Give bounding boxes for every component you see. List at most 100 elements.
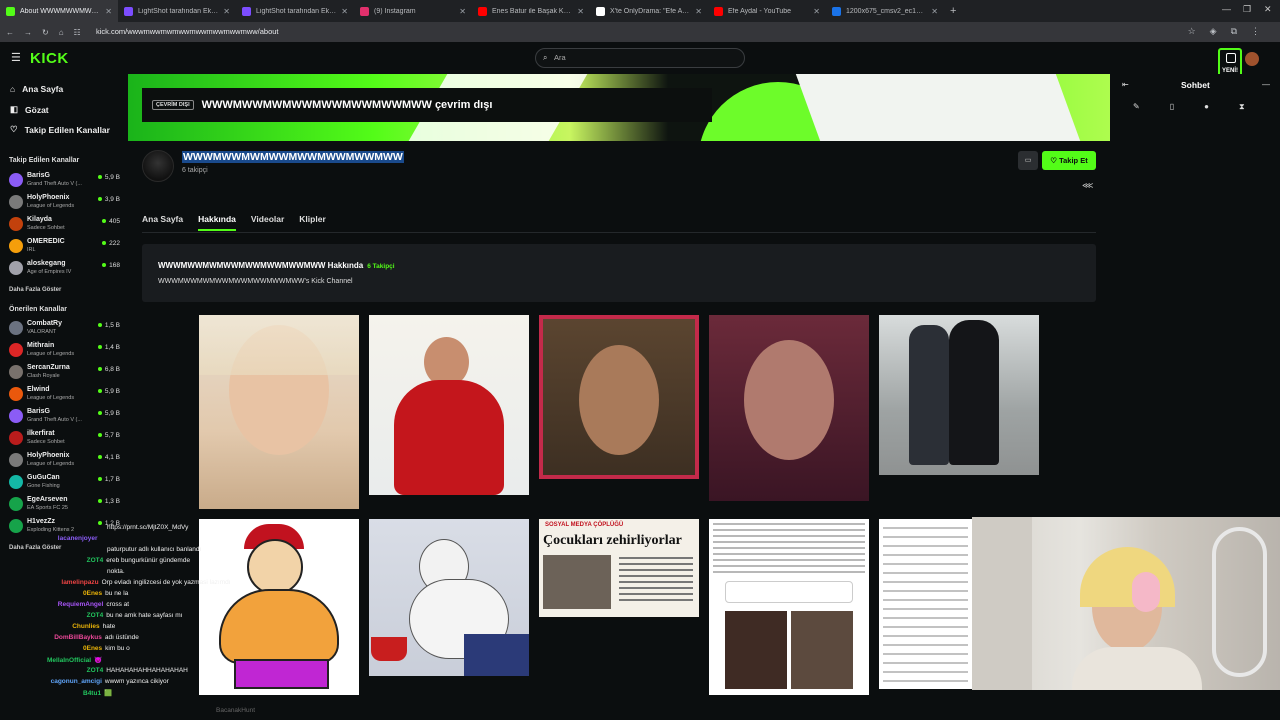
new-tab-button[interactable]: +	[944, 5, 962, 17]
photo-woman-selfie[interactable]	[199, 315, 359, 509]
sidebar-nav-item[interactable]: ⌂ Ana Sayfa	[10, 84, 63, 94]
tweet-screenshot[interactable]	[709, 519, 869, 695]
home-browser-icon[interactable]: ⌂	[59, 28, 64, 37]
profile-menu-icon[interactable]: ⋮	[1251, 26, 1260, 37]
close-tab-icon[interactable]: ✕	[931, 7, 938, 16]
hourglass-icon[interactable]: ⧗	[1239, 102, 1245, 112]
sidebar-nav-item[interactable]: ♡ Takip Edilen Kanallar	[10, 124, 110, 135]
chat-menu-icon[interactable]: —	[1262, 80, 1270, 89]
channel-category: Gone Fishing	[27, 483, 60, 489]
face-shape	[247, 539, 303, 595]
webcam-overlay	[972, 517, 1280, 690]
channel-name: HolyPhoenix	[27, 452, 70, 459]
close-tab-icon[interactable]: ✕	[223, 7, 230, 16]
viewer-count: 5,7 B	[98, 432, 120, 439]
minimize-icon[interactable]: —	[1222, 4, 1231, 14]
sidebar-channel-item[interactable]: OMEREDIC IRL 222	[9, 236, 124, 258]
collapse-chat-icon[interactable]: ⇤	[1122, 80, 1129, 89]
sidebar-channel-item[interactable]: SercanZurna Clash Royale 6,8 B	[9, 362, 124, 384]
close-tab-icon[interactable]: ✕	[577, 7, 584, 16]
sidebar-channel-item[interactable]: alosk­egang Age of Empires IV 168	[9, 258, 124, 280]
sidebar-channel-item[interactable]: BarisG Grand Theft Auto V (... 5,9 B	[9, 406, 124, 428]
sidebar-channel-item[interactable]: BarisG Grand Theft Auto V (... 5,9 B	[9, 170, 124, 192]
sidebar-channel-item[interactable]: ilkerfirat Sadece Sohbet 5,7 B	[9, 428, 124, 450]
tab-clips[interactable]: Klipler	[299, 214, 325, 231]
photo-woman-red-dress[interactable]	[369, 315, 529, 495]
viewer-count: 3,9 B	[98, 196, 120, 203]
channel-category: Sadece Sohbet	[27, 225, 65, 231]
notification-button[interactable]: ▭	[1018, 151, 1038, 170]
channel-avatar[interactable]	[142, 150, 174, 182]
share-icon[interactable]: ⋘	[1082, 181, 1093, 190]
cartoon-wojak-popcorn[interactable]	[369, 519, 529, 676]
reload-icon[interactable]: ↻	[42, 28, 49, 37]
channel-tabs: Ana Sayfa Hakkında Videolar Klipler	[142, 214, 326, 231]
extension-icon[interactable]: ◈	[1210, 26, 1217, 37]
tab-about[interactable]: Hakkında	[198, 214, 236, 231]
sidebar-channel-item[interactable]: HolyPhoenix League of Legends 3,9 B	[9, 192, 124, 214]
channel-name: Mithrain	[27, 342, 55, 349]
face-shape	[579, 345, 659, 455]
browser-tab[interactable]: (9) Instagram ✕	[354, 0, 472, 22]
url-field[interactable]: kick.com/wwwmwwmwmwwmwwmwwmwwmww/about	[96, 27, 279, 36]
close-tab-icon[interactable]: ✕	[813, 7, 820, 16]
site-info-icon[interactable]: ☷	[74, 28, 81, 37]
channel-category: IRL	[27, 247, 36, 253]
chat-text: bu ne la	[105, 590, 129, 597]
sidebar-channel-item[interactable]: EgeArseven EA Sports FC 25 1,3 B	[9, 494, 124, 516]
maximize-icon[interactable]: ❐	[1243, 4, 1251, 15]
browser-tab[interactable]: Efe Aydal - YouTube ✕	[708, 0, 826, 22]
about-description: WWWMWWMWMWWMWWMWWMWWMWW's Kick Channel	[158, 278, 353, 285]
photo-man-selfie-dark[interactable]	[709, 315, 869, 501]
browser-tab[interactable]: 1200x675_cmsv2_ec180875-7c ✕	[826, 0, 944, 22]
sidebar-channel-item[interactable]: HolyPhoenix League of Legends 4,1 B	[9, 450, 124, 472]
sidebar-nav-item[interactable]: ◧ Gözat	[10, 104, 49, 115]
viewer-count: 6,8 B	[98, 366, 120, 373]
cartoon-fat-man[interactable]	[199, 519, 359, 695]
close-tab-icon[interactable]: ✕	[459, 7, 466, 16]
browser-tab[interactable]: LightShot tarafından Ekran Gör ✕	[118, 0, 236, 22]
browser-tab[interactable]: Enes Batur ile Başak Karahan A ✕	[472, 0, 590, 22]
bookmark-star-icon[interactable]: ☆	[1188, 26, 1196, 37]
tab-videos[interactable]: Videolar	[251, 214, 284, 231]
photo-arrest-scene[interactable]	[879, 315, 1039, 475]
close-tab-icon[interactable]: ✕	[341, 7, 348, 16]
browser-tab[interactable]: About WWWMWWMWWMW ✕	[0, 0, 118, 22]
browser-tab[interactable]: X'te OnlyDrama: "Efe Aydal, Bu ✕	[590, 0, 708, 22]
follow-button[interactable]: ♡ Takip Et	[1042, 151, 1096, 170]
chat-message: RequiemAngel cross at	[58, 601, 129, 608]
search-input[interactable]: ⌕ Ara	[535, 48, 745, 68]
tab-home[interactable]: Ana Sayfa	[142, 214, 183, 231]
trash-icon[interactable]: ▯	[1170, 102, 1174, 112]
tab-divider	[142, 232, 1096, 233]
back-icon[interactable]: ←	[6, 28, 14, 37]
channel-name: Kilayda	[27, 216, 52, 223]
sidebar-channel-item[interactable]: GuGuCan Gone Fishing 1,7 B	[9, 472, 124, 494]
sidebar-channel-item[interactable]: CombatRy VALORANT 1,5 B	[9, 318, 124, 340]
sidebar-channel-item[interactable]: Kilayda Sadece Sohbet 405	[9, 214, 124, 236]
close-tab-icon[interactable]: ✕	[105, 7, 112, 16]
chat-message: 0Enes kim bu o	[83, 645, 130, 652]
close-tab-icon[interactable]: ✕	[695, 7, 702, 16]
photo-man-beard-pink[interactable]	[539, 315, 699, 479]
kick-logo[interactable]: KICK	[30, 50, 69, 67]
pin-icon[interactable]: ✎	[1133, 102, 1140, 112]
browser-tab[interactable]: LightShot tarafından Ekran Gör ✕	[236, 0, 354, 22]
channel-avatar	[9, 497, 23, 511]
hamburger-menu-icon[interactable]: ☰	[11, 51, 21, 64]
show-more-link[interactable]: Daha Fazla Göster	[9, 545, 61, 551]
channel-avatar	[9, 195, 23, 209]
user-avatar[interactable]	[1245, 52, 1259, 66]
sidebar-channel-item[interactable]: Elwind League of Legends 5,9 B	[9, 384, 124, 406]
show-more-link[interactable]: Daha Fazla Göster	[9, 287, 61, 293]
comments-screenshot[interactable]	[879, 519, 972, 689]
sidebar-channel-item[interactable]: Mithrain League of Legends 1,4 B	[9, 340, 124, 362]
newspaper-clipping[interactable]: SOSYAL MEDYA ÇÖPLÜĞÜ Çocukları zehirliyo…	[539, 519, 699, 617]
close-window-icon[interactable]: ✕	[1264, 4, 1272, 15]
chat-text: wwwm yazınca cikiyor	[104, 678, 169, 685]
newspaper-text-lines	[619, 557, 693, 603]
extensions-puzzle-icon[interactable]: ⧉	[1231, 26, 1237, 37]
channel-name: ilkerfirat	[27, 430, 55, 437]
forward-icon[interactable]: →	[24, 28, 32, 37]
bubble-icon[interactable]: ●	[1204, 102, 1209, 112]
